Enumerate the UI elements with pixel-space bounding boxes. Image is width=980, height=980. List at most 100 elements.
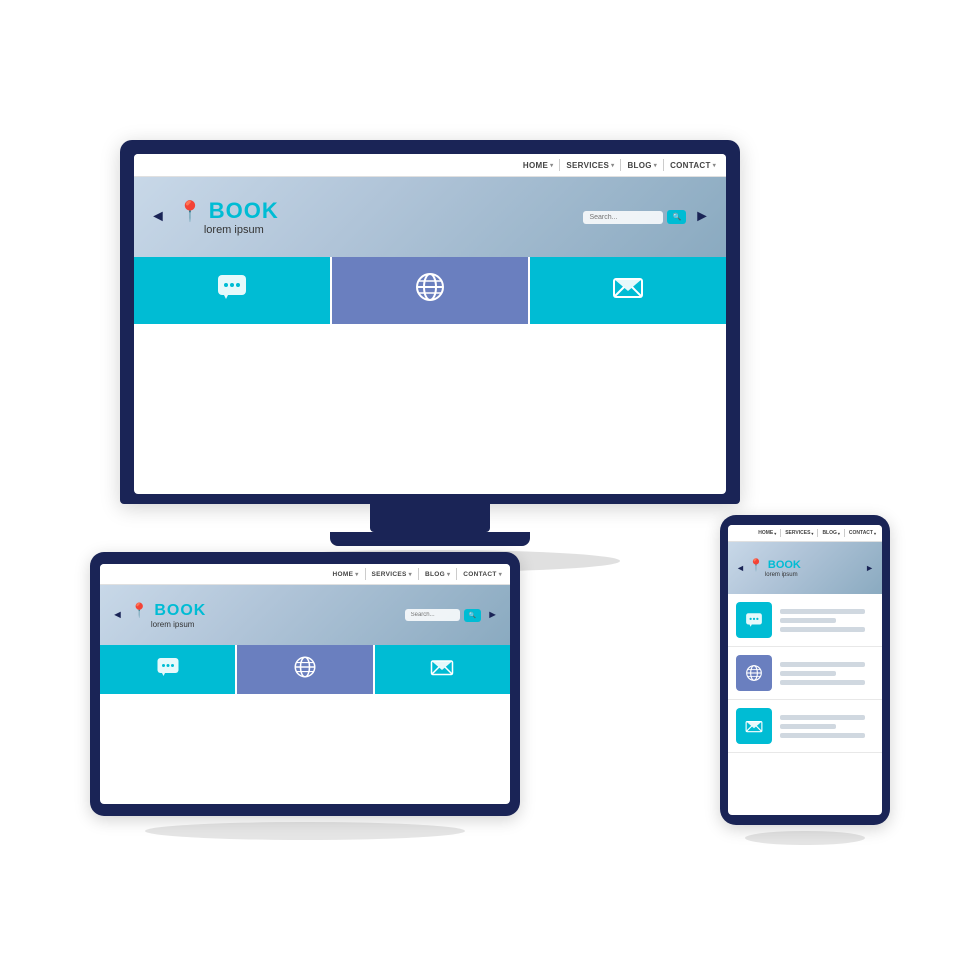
brand-title: BOOK	[768, 559, 801, 571]
chevron-icon: ▾	[499, 571, 502, 578]
chevron-icon: ▾	[774, 531, 776, 536]
phone-nav-contact[interactable]: CONTACT ▾	[849, 530, 876, 536]
nav-divider	[663, 159, 664, 171]
desktop-hero: ◄ 📍 BOOK lorem ipsum 🔍	[134, 177, 726, 257]
phone-device: HOME ▾ SERVICES ▾ BLOG ▾ CONT	[720, 515, 890, 845]
pin-icon: 📍	[178, 199, 203, 224]
desktop-base	[330, 532, 530, 546]
tablet-search-input[interactable]	[405, 609, 460, 621]
chevron-icon: ▾	[611, 162, 614, 169]
tablet-card-globe[interactable]	[237, 645, 374, 694]
tablet-hero: ◄ 📍 BOOK lorem ipsum 🔍	[100, 585, 510, 645]
tab-nav-blog[interactable]: BLOG ▾	[425, 571, 450, 578]
chevron-icon: ▾	[409, 571, 412, 578]
list-item[interactable]	[728, 647, 882, 700]
text-line	[780, 618, 836, 623]
chevron-icon: ▾	[355, 571, 358, 578]
globe-icon	[736, 655, 772, 691]
text-line	[780, 724, 836, 729]
tablet-hero-content: 📍 BOOK lorem ipsum	[131, 602, 206, 629]
tab-nav-services[interactable]: SERVICES ▾	[372, 571, 412, 578]
phone-hero: ◄ 📍 BOOK lorem ipsum ►	[728, 542, 882, 594]
nav-divider	[559, 159, 560, 171]
phone-nav-services[interactable]: SERVICES ▾	[785, 530, 813, 536]
mail-icon	[736, 708, 772, 744]
nav-divider	[780, 529, 781, 537]
phone-nav-blog[interactable]: BLOG ▾	[822, 530, 839, 536]
tablet-screen: HOME ▾ SERVICES ▾ BLOG ▾ CONT	[100, 564, 510, 804]
globe-icon	[414, 271, 446, 310]
desktop-stand	[370, 504, 490, 532]
tab-prev-arrow[interactable]: ◄	[112, 609, 123, 621]
list-item[interactable]	[728, 700, 882, 753]
chat-icon	[156, 655, 180, 684]
tablet-search-btn[interactable]: 🔍	[464, 609, 481, 622]
mail-icon	[612, 271, 644, 310]
next-arrow[interactable]: ►	[694, 208, 710, 226]
hero-subtitle: lorem ipsum	[204, 224, 279, 236]
tablet-card-mail[interactable]	[375, 645, 510, 694]
tablet-hero-brand: 📍 BOOK	[131, 602, 206, 620]
chevron-icon: ▾	[654, 162, 657, 169]
tab-next-arrow[interactable]: ►	[487, 609, 498, 621]
card-chat[interactable]	[134, 257, 332, 324]
chevron-icon: ▾	[838, 531, 840, 536]
tablet-nav: HOME ▾ SERVICES ▾ BLOG ▾ CONT	[100, 564, 510, 585]
nav-divider	[844, 529, 845, 537]
phone-next-arrow[interactable]: ►	[865, 563, 874, 573]
pin-icon: 📍	[749, 558, 764, 572]
chevron-icon: ▾	[713, 162, 716, 169]
scene: HOME ▾ SERVICES ▾ BLOG ▾ CONT	[60, 80, 920, 900]
phone-prev-arrow[interactable]: ◄	[736, 563, 745, 573]
list-text-lines	[780, 609, 874, 632]
tablet-device: HOME ▾ SERVICES ▾ BLOG ▾ CONT	[90, 552, 520, 840]
chevron-icon: ▾	[874, 531, 876, 536]
desktop-device: HOME ▾ SERVICES ▾ BLOG ▾ CONT	[120, 140, 740, 572]
text-line	[780, 733, 865, 738]
phone-outer: HOME ▾ SERVICES ▾ BLOG ▾ CONT	[720, 515, 890, 825]
chevron-icon: ▾	[447, 571, 450, 578]
nav-home[interactable]: HOME ▾	[523, 161, 554, 170]
desktop-nav: HOME ▾ SERVICES ▾ BLOG ▾ CONT	[134, 154, 726, 177]
hero-brand: 📍 BOOK	[178, 198, 279, 224]
tablet-card-chat[interactable]	[100, 645, 237, 694]
search-area: 🔍	[583, 210, 686, 224]
list-item[interactable]	[728, 594, 882, 647]
nav-blog[interactable]: BLOG ▾	[627, 161, 657, 170]
prev-arrow[interactable]: ◄	[150, 208, 166, 226]
list-text-lines	[780, 662, 874, 685]
text-line	[780, 627, 865, 632]
phone-nav: HOME ▾ SERVICES ▾ BLOG ▾ CONT	[728, 525, 882, 542]
desktop-cards	[134, 257, 726, 324]
hero-subtitle: lorem ipsum	[151, 620, 206, 629]
mail-icon	[430, 655, 454, 684]
chat-icon	[736, 602, 772, 638]
brand-title: BOOK	[209, 198, 279, 224]
tab-nav-contact[interactable]: CONTACT ▾	[463, 571, 502, 578]
nav-divider	[620, 159, 621, 171]
hero-subtitle: lorem ipsum	[765, 572, 801, 578]
phone-hero-brand: 📍 BOOK	[749, 558, 801, 572]
phone-list	[728, 594, 882, 753]
text-line	[780, 680, 865, 685]
phone-shadow	[745, 831, 865, 845]
nav-divider	[456, 568, 457, 580]
nav-contact[interactable]: CONTACT ▾	[670, 161, 716, 170]
search-button[interactable]: 🔍	[667, 210, 686, 224]
card-mail[interactable]	[530, 257, 726, 324]
chevron-icon: ▾	[811, 531, 813, 536]
search-input[interactable]	[583, 211, 663, 224]
phone-nav-home[interactable]: HOME ▾	[758, 530, 776, 536]
brand-title: BOOK	[154, 602, 206, 620]
text-line	[780, 609, 865, 614]
tablet-outer: HOME ▾ SERVICES ▾ BLOG ▾ CONT	[90, 552, 520, 816]
desktop-screen: HOME ▾ SERVICES ▾ BLOG ▾ CONT	[134, 154, 726, 494]
card-globe[interactable]	[332, 257, 530, 324]
globe-icon	[293, 655, 317, 684]
tablet-cards	[100, 645, 510, 694]
hero-content: 📍 BOOK lorem ipsum	[178, 198, 279, 236]
text-line	[780, 715, 865, 720]
nav-services[interactable]: SERVICES ▾	[566, 161, 614, 170]
tablet-search: 🔍	[405, 609, 481, 622]
tab-nav-home[interactable]: HOME ▾	[333, 571, 359, 578]
